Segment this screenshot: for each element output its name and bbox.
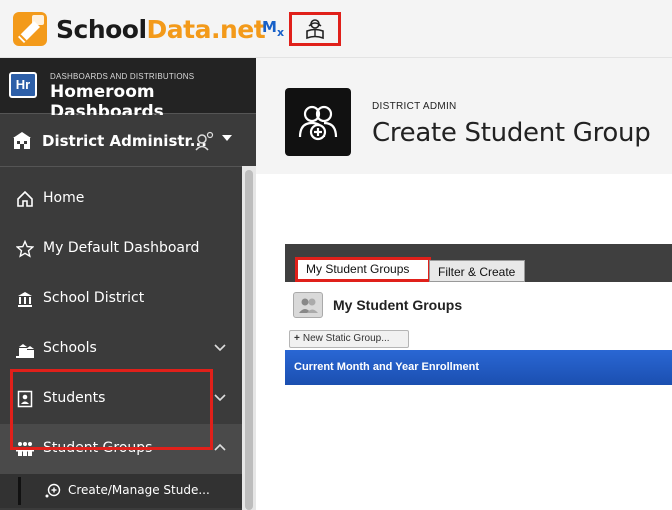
highlight-box (10, 369, 213, 450)
district-icon (13, 132, 31, 149)
plus-icon: + (294, 333, 300, 344)
home-icon (15, 189, 35, 209)
page-title: Create Student Group (372, 118, 651, 148)
logo-mark-icon (12, 11, 48, 47)
enrollment-header-bar[interactable]: Current Month and Year Enrollment (285, 350, 672, 385)
tab-my-student-groups[interactable]: My Student Groups (295, 257, 431, 282)
scrollbar-thumb[interactable] (245, 170, 253, 510)
sidebar-subitem-label: Create/Manage Stude... (68, 483, 210, 497)
create-group-icon (45, 483, 61, 498)
section-subtitle: DASHBOARDS AND DISTRIBUTIONS (50, 72, 195, 81)
group-title: My Student Groups (333, 297, 463, 313)
user-settings-icon[interactable] (193, 130, 215, 152)
logo-school-text: School (56, 14, 147, 44)
sidebar-item-label: Schools (43, 340, 97, 356)
logo-text: SchoolData.net (56, 14, 266, 44)
page-header: DISTRICT ADMIN Create Student Group (256, 58, 672, 174)
schools-icon (15, 339, 35, 359)
new-static-group-button[interactable]: + New Static Group... (289, 330, 409, 348)
district-label: District Administr... (42, 132, 207, 150)
sidebar: Hr DASHBOARDS AND DISTRIBUTIONS Homeroom… (0, 58, 256, 510)
homeroom-header[interactable]: Hr DASHBOARDS AND DISTRIBUTIONS Homeroom… (0, 58, 256, 122)
reader-icon (306, 19, 324, 40)
mx-sub: x (276, 26, 285, 39)
chevron-down-icon[interactable] (222, 135, 232, 141)
tab-strip: My Student Groups Filter & Create (285, 244, 672, 282)
sidebar-item-home[interactable]: Home (0, 174, 242, 224)
chevron-down-icon[interactable] (212, 390, 228, 406)
sidebar-item-label: My Default Dashboard (43, 240, 200, 256)
sidebar-item-school-district[interactable]: School District (0, 274, 242, 324)
mx-label: M (262, 18, 277, 36)
hr-badge: Hr (9, 72, 37, 98)
create-student-group-icon (285, 88, 351, 156)
active-indicator (18, 477, 21, 505)
student-groups-icon (293, 292, 323, 318)
sidebar-item-my-default-dashboard[interactable]: My Default Dashboard (0, 224, 242, 274)
schooldata-logo[interactable]: SchoolData.net (12, 10, 266, 48)
student-groups-panel: My Student Groups Filter & Create My Stu… (285, 244, 672, 385)
top-bar: SchoolData.net Mx (0, 0, 672, 58)
sidebar-item-label: Home (43, 190, 85, 206)
chevron-up-icon[interactable] (212, 440, 228, 456)
logo-data-text: Data (146, 14, 212, 44)
tab-filter-create[interactable]: Filter & Create (429, 260, 525, 282)
sidebar-scrollbar[interactable] (242, 166, 256, 510)
new-static-group-label: New Static Group... (302, 333, 390, 344)
group-header: My Student Groups (293, 292, 462, 318)
district-selector[interactable]: District Administr... (0, 115, 242, 167)
chevron-down-icon[interactable] (212, 340, 228, 356)
sidebar-item-schools[interactable]: Schools (0, 324, 242, 374)
enrollment-header-label: Current Month and Year Enrollment (294, 361, 479, 373)
reader-tool-button[interactable] (289, 12, 341, 46)
breadcrumb: DISTRICT ADMIN (372, 101, 457, 112)
mx-button[interactable]: Mx (262, 18, 284, 39)
sidebar-subitem-create-manage[interactable]: Create/Manage Stude... (0, 474, 242, 508)
building-icon (15, 289, 35, 309)
sidebar-item-label: School District (43, 290, 145, 306)
logo-net-text: .net (211, 14, 266, 44)
star-icon (15, 239, 35, 259)
